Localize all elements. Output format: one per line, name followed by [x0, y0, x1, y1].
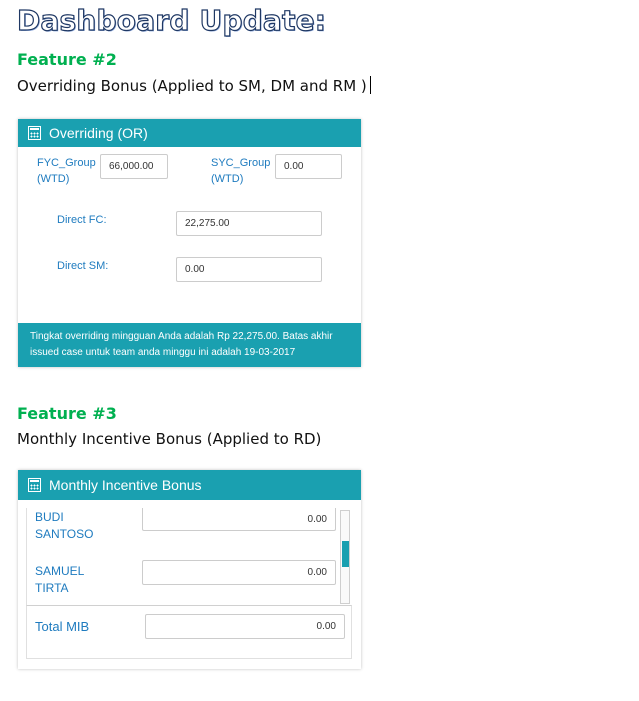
- syc-group-field[interactable]: 0.00: [275, 154, 342, 179]
- fyc-group-field[interactable]: 66,000.00: [100, 154, 168, 179]
- syc-group-label: SYC_Group (WTD): [211, 155, 270, 187]
- calculator-icon: [28, 126, 41, 140]
- direct-sm-label: Direct SM:: [57, 260, 109, 272]
- text-cursor: [369, 76, 371, 94]
- overriding-panel-header: Overriding (OR): [18, 119, 361, 147]
- mib-value-field[interactable]: 0.00: [142, 560, 336, 585]
- mib-panel-title: Monthly Incentive Bonus: [49, 477, 202, 493]
- feature-2-description-text: Overriding Bonus (Applied to SM, DM and …: [17, 77, 367, 95]
- direct-fc-label: Direct FC:: [57, 214, 107, 226]
- document-title: Dashboard Update:: [16, 3, 327, 37]
- mib-name-line2: SANTOSO: [35, 527, 94, 541]
- mib-name-line1: SAMUEL: [35, 564, 85, 578]
- scrollbar-thumb[interactable]: [342, 541, 349, 567]
- fyc-group-label: FYC_Group (WTD): [37, 155, 96, 187]
- mib-panel: Monthly Incentive Bonus BUDI SANTOSO 0.0…: [18, 470, 361, 669]
- syc-group-label-line2: (WTD): [211, 173, 244, 185]
- mib-list[interactable]: BUDI SANTOSO 0.00 SAMUEL TIRTA 0.00: [26, 508, 353, 605]
- fyc-group-label-line2: (WTD): [37, 173, 70, 185]
- syc-group-label-line1: SYC_Group: [211, 157, 271, 169]
- overriding-info-line2: issued case untuk team anda minggu ini a…: [30, 347, 296, 358]
- direct-sm-field[interactable]: 0.00: [176, 257, 322, 282]
- overriding-info-footer: Tingkat overriding mingguan Anda adalah …: [18, 323, 361, 367]
- mib-total-row: Total MIB 0.00: [26, 605, 352, 659]
- calculator-icon: [28, 478, 41, 492]
- mib-panel-header: Monthly Incentive Bonus: [18, 470, 361, 500]
- overriding-panel: Overriding (OR) FYC_Group (WTD) 66,000.0…: [18, 119, 361, 367]
- overriding-info-line1: Tingkat overriding mingguan Anda adalah …: [30, 331, 333, 342]
- total-mib-label: Total MIB: [35, 619, 90, 634]
- feature-2-description: Overriding Bonus (Applied to SM, DM and …: [17, 76, 371, 95]
- mib-value-field[interactable]: 0.00: [142, 508, 336, 531]
- mib-name-line2: TIRTA: [35, 581, 69, 595]
- fyc-group-label-line1: FYC_Group: [37, 157, 96, 169]
- mib-name-samuel: SAMUEL TIRTA: [35, 563, 84, 597]
- feature-3-heading: Feature #3: [17, 404, 117, 423]
- feature-2-heading: Feature #2: [17, 50, 117, 69]
- total-mib-field[interactable]: 0.00: [145, 614, 345, 639]
- mib-list-scrollbar[interactable]: [340, 510, 350, 604]
- feature-3-description: Monthly Incentive Bonus (Applied to RD): [17, 430, 322, 448]
- direct-fc-field[interactable]: 22,275.00: [176, 211, 322, 236]
- mib-name-budi: BUDI SANTOSO: [35, 509, 93, 543]
- overriding-panel-title: Overriding (OR): [49, 125, 148, 141]
- mib-name-line1: BUDI: [35, 510, 64, 524]
